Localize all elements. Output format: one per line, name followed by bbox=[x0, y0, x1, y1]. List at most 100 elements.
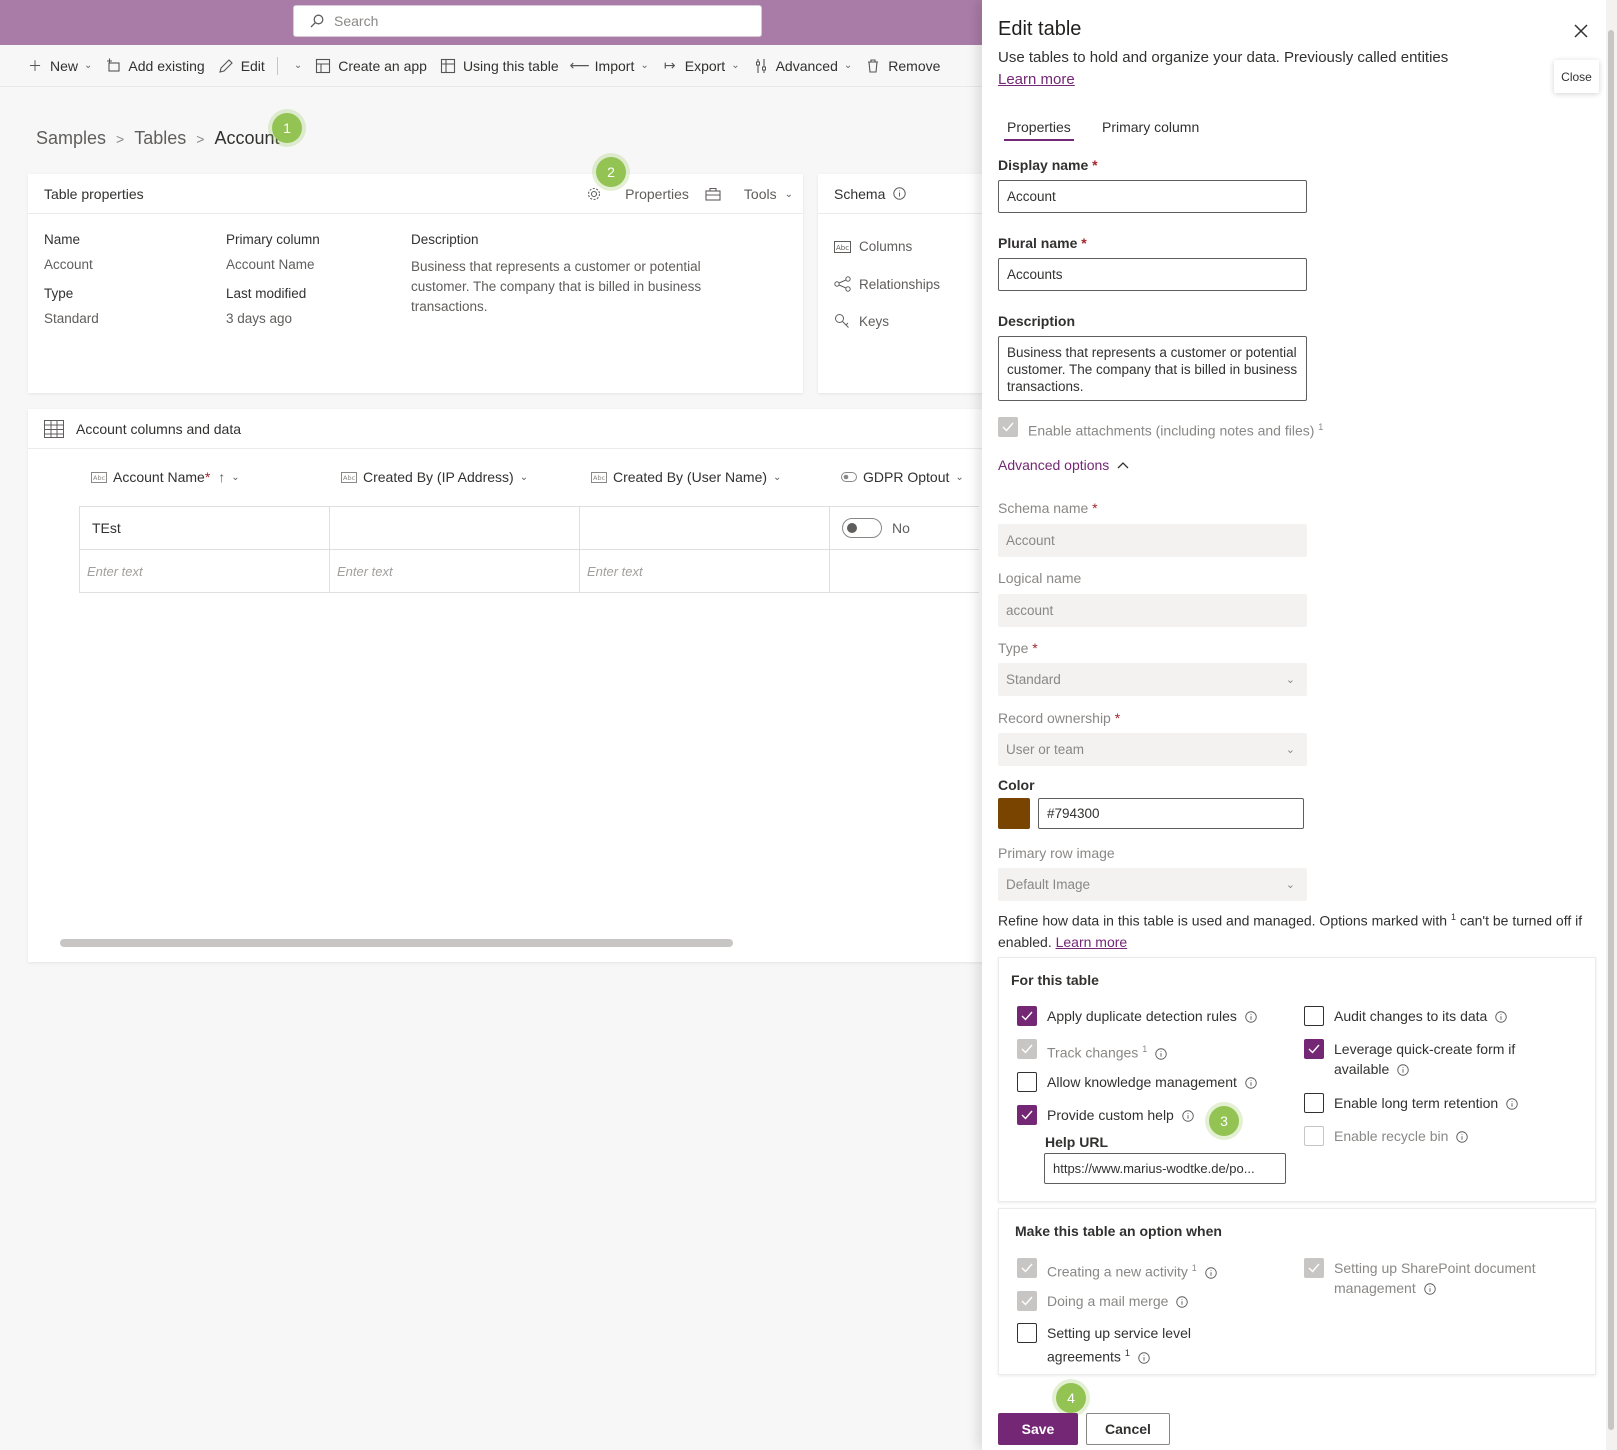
description-textarea[interactable]: Business that represents a customer or p… bbox=[998, 336, 1307, 401]
remove-button[interactable]: Remove bbox=[864, 57, 940, 75]
key-icon bbox=[835, 314, 849, 328]
record-ownership-select: User or team ⌄ bbox=[998, 733, 1307, 766]
breadcrumb-tables[interactable]: Tables bbox=[134, 128, 186, 149]
tab-primary-column[interactable]: Primary column bbox=[1102, 119, 1199, 135]
info-icon bbox=[1138, 1352, 1150, 1364]
vertical-scrollbar-thumb[interactable] bbox=[1608, 30, 1614, 1430]
audit-changes-checkbox[interactable]: Audit changes to its data bbox=[1304, 1006, 1508, 1026]
name-value: Account bbox=[44, 257, 93, 272]
chevron-down-icon: ⌄ bbox=[640, 60, 649, 71]
gdpr-toggle[interactable] bbox=[842, 518, 882, 538]
sla-checkbox[interactable]: Setting up service level agreements 1 bbox=[1017, 1323, 1217, 1367]
schema-keys-link[interactable]: Keys bbox=[834, 313, 889, 329]
account-name-cell[interactable]: TEst bbox=[79, 507, 329, 549]
info-icon bbox=[1245, 1077, 1257, 1090]
advanced-button[interactable]: Advanced ⌄ bbox=[752, 57, 853, 75]
info-icon bbox=[1423, 1283, 1436, 1296]
close-button[interactable] bbox=[1570, 20, 1592, 42]
description-field-label: Description bbox=[998, 313, 1076, 329]
required-asterisk: * bbox=[204, 469, 211, 485]
export-button[interactable]: ↦ Export ⌄ bbox=[661, 57, 740, 75]
using-table-button[interactable]: Using this table bbox=[439, 57, 559, 75]
cancel-button[interactable]: Cancel bbox=[1086, 1413, 1170, 1445]
text-column-icon: Abc bbox=[91, 471, 107, 483]
plural-name-label: Plural name * bbox=[998, 235, 1087, 251]
help-url-input[interactable]: https://www.marius-wodtke.de/po... bbox=[1044, 1153, 1286, 1184]
recycle-bin-checkbox: Enable recycle bin bbox=[1304, 1126, 1469, 1146]
knowledge-management-checkbox[interactable]: Allow knowledge management bbox=[1017, 1072, 1257, 1092]
svg-text:Abc: Abc bbox=[836, 244, 849, 252]
column-header-created-user[interactable]: Abc Created By (User Name) ⌄ bbox=[591, 469, 781, 485]
duplicate-detection-checkbox[interactable]: Apply duplicate detection rules bbox=[1017, 1006, 1257, 1026]
schema-columns-link[interactable]: Abc Columns bbox=[834, 239, 912, 254]
long-term-retention-checkbox[interactable]: Enable long term retention bbox=[1304, 1093, 1518, 1113]
info-icon bbox=[1155, 1048, 1167, 1060]
gdpr-cell[interactable]: No bbox=[829, 507, 979, 549]
horizontal-scrollbar[interactable] bbox=[60, 939, 733, 947]
color-input[interactable]: #794300 bbox=[1038, 798, 1304, 829]
columns-icon: Abc bbox=[834, 240, 851, 253]
created-ip-cell[interactable] bbox=[329, 507, 579, 549]
new-created-ip-input[interactable]: Enter text bbox=[329, 550, 579, 592]
schema-name-label: Schema name * bbox=[998, 500, 1098, 516]
custom-help-checkbox[interactable]: Provide custom help bbox=[1017, 1105, 1194, 1125]
info-icon bbox=[1506, 1098, 1518, 1111]
properties-button[interactable]: Properties bbox=[586, 186, 689, 202]
new-created-user-input[interactable]: Enter text bbox=[579, 550, 829, 592]
help-url-label: Help URL bbox=[1045, 1134, 1108, 1150]
panel-subtitle: Use tables to hold and organize your dat… bbox=[998, 49, 1449, 66]
column-header-created-ip[interactable]: Abc Created By (IP Address) ⌄ bbox=[341, 469, 528, 485]
tools-button[interactable]: Tools ⌄ bbox=[705, 186, 793, 202]
save-button[interactable]: Save bbox=[998, 1413, 1078, 1445]
export-icon: ↦ bbox=[663, 57, 676, 73]
column-header-gdpr[interactable]: GDPR Optout ⌄ bbox=[841, 469, 964, 485]
checkbox-unchecked bbox=[1017, 1323, 1037, 1343]
add-existing-button[interactable]: Add existing bbox=[104, 57, 205, 75]
import-button[interactable]: ⟵ Import ⌄ bbox=[570, 57, 649, 75]
enable-attachments-checkbox: Enable attachments (including notes and … bbox=[998, 417, 1323, 441]
table-grid-icon bbox=[44, 419, 64, 438]
new-gdpr-cell[interactable] bbox=[829, 550, 979, 592]
text-column-icon: Abc bbox=[591, 471, 607, 483]
logical-name-label: Logical name bbox=[998, 570, 1082, 586]
chevron-down-icon: ⌄ bbox=[784, 188, 793, 200]
close-tooltip: Close bbox=[1554, 60, 1599, 93]
data-grid: TEst No Enter text Enter text Enter text bbox=[79, 506, 979, 593]
primary-row-image-select: Default Image ⌄ bbox=[998, 868, 1307, 901]
breadcrumb: Samples > Tables > Account bbox=[36, 128, 279, 149]
type-field-label: Type * bbox=[998, 640, 1038, 656]
chevron-down-icon: ⌄ bbox=[843, 60, 853, 71]
schema-relationships-link[interactable]: Relationships bbox=[834, 276, 940, 292]
description-value: Business that represents a customer or p… bbox=[411, 259, 702, 314]
more-edit-button[interactable]: ⌄ bbox=[288, 60, 302, 71]
new-button[interactable]: ＋ New ⌄ bbox=[26, 57, 92, 75]
info-icon bbox=[1182, 1110, 1194, 1123]
pencil-icon bbox=[217, 57, 235, 75]
advanced-options-toggle[interactable]: Advanced options bbox=[998, 457, 1129, 473]
color-swatch[interactable] bbox=[998, 798, 1030, 829]
columns-data-card: Account columns and data Abc Account Name… bbox=[28, 409, 993, 962]
last-modified-value: 3 days ago bbox=[226, 311, 293, 326]
option-when-title: Make this table an option when bbox=[1015, 1223, 1222, 1239]
record-ownership-label: Record ownership * bbox=[998, 710, 1121, 726]
new-account-name-input[interactable]: Enter text bbox=[79, 550, 329, 592]
plural-name-input[interactable]: Accounts bbox=[998, 258, 1307, 291]
breadcrumb-samples[interactable]: Samples bbox=[36, 128, 106, 149]
quick-create-checkbox[interactable]: Leverage quick-create form if available bbox=[1304, 1039, 1554, 1079]
chevron-down-icon: ⌄ bbox=[1285, 744, 1295, 756]
search-box[interactable]: Search bbox=[293, 5, 762, 37]
info-icon bbox=[1495, 1011, 1508, 1024]
tab-properties[interactable]: Properties bbox=[1007, 119, 1071, 135]
refine-help-text: Refine how data in this table is used an… bbox=[998, 912, 1583, 950]
svg-text:Abc: Abc bbox=[343, 474, 356, 482]
table-row: TEst No bbox=[79, 507, 979, 550]
edit-button[interactable]: Edit bbox=[217, 57, 265, 75]
learn-more-link[interactable]: Learn more bbox=[998, 71, 1075, 88]
create-app-button[interactable]: Create an app bbox=[314, 57, 427, 75]
created-user-cell[interactable] bbox=[579, 507, 829, 549]
refine-learn-more-link[interactable]: Learn more bbox=[1056, 934, 1128, 950]
column-header-account-name[interactable]: Abc Account Name * ↑ ⌄ bbox=[91, 469, 240, 485]
display-name-input[interactable]: Account bbox=[998, 180, 1307, 213]
panel-title: Edit table bbox=[998, 18, 1082, 40]
description-label: Description bbox=[411, 232, 479, 247]
